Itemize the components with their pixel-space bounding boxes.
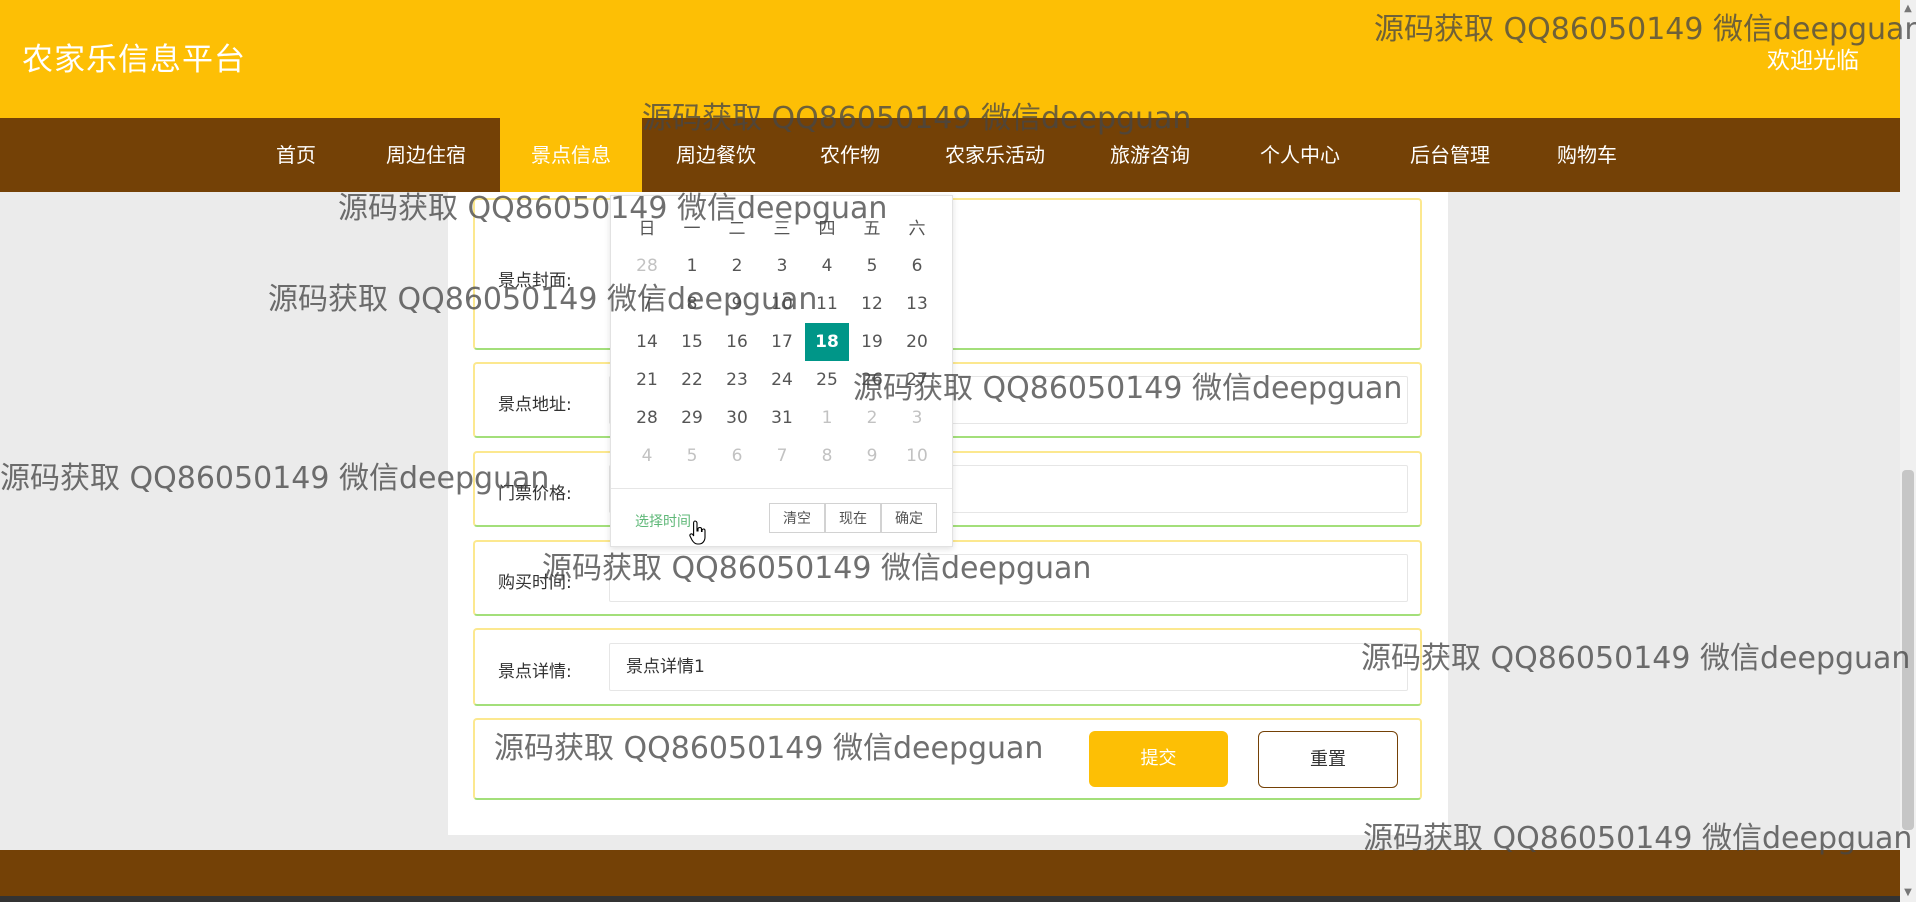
purchase-time-row: 购买时间: [473,540,1422,616]
weekday-wed: 三 [773,219,791,239]
calendar-day[interactable]: 10 [760,285,804,323]
details-label: 景点详情: [498,662,572,682]
calendar-day[interactable]: 4 [805,247,849,285]
scroll-down-icon[interactable]: ▼ [1902,886,1914,900]
cover-label: 景点封面: [498,271,572,291]
scrollbar-thumb[interactable] [1902,470,1914,830]
weekday-sat: 六 [908,219,926,239]
calendar-day[interactable]: 24 [760,361,804,399]
top-header [0,0,1900,118]
confirm-button[interactable]: 确定 [881,503,937,533]
address-label: 景点地址: [498,395,572,415]
calendar-day[interactable]: 5 [670,437,714,475]
details-input[interactable]: 景点详情1 [609,643,1408,691]
now-button[interactable]: 现在 [825,503,881,533]
calendar-day[interactable]: 31 [760,399,804,437]
weekday-fri: 五 [863,219,881,239]
nav-item-admin[interactable]: 后台管理 [1395,118,1505,192]
calendar-day[interactable]: 1 [670,247,714,285]
calendar-day[interactable]: 11 [805,285,849,323]
calendar-day[interactable]: 4 [625,437,669,475]
calendar-day[interactable]: 9 [850,437,894,475]
calendar-day[interactable]: 27 [895,361,939,399]
calendar-day[interactable]: 23 [715,361,759,399]
calendar-day[interactable]: 15 [670,323,714,361]
weekday-tue: 二 [728,219,746,239]
nav-item-dining[interactable]: 周边餐饮 [656,118,776,192]
calendar-day[interactable]: 30 [715,399,759,437]
hand-cursor-icon [689,520,706,545]
date-picker-popup: 日 一 二 三 四 五 六 28 1 2 3 4 5 6 7 8 9 10 11 12 13 14 15 16 1… [610,195,953,547]
nav-item-activities[interactable]: 农家乐活动 [930,118,1060,192]
calendar-day[interactable]: 5 [850,247,894,285]
calendar-day[interactable]: 29 [670,399,714,437]
calendar-day[interactable]: 2 [715,247,759,285]
purchase-time-label: 购买时间: [498,573,572,593]
price-label: 门票价格: [498,484,572,504]
nav-item-crops[interactable]: 农作物 [800,118,900,192]
calendar-day[interactable]: 3 [895,399,939,437]
calendar-day[interactable]: 12 [850,285,894,323]
calendar-day[interactable]: 8 [805,437,849,475]
calendar-day[interactable]: 19 [850,323,894,361]
os-taskbar [0,896,1916,902]
weekday-mon: 一 [683,219,701,239]
calendar-day[interactable]: 7 [760,437,804,475]
submit-button[interactable]: 提交 [1089,731,1228,787]
calendar-day[interactable]: 28 [625,399,669,437]
clear-button[interactable]: 清空 [769,503,825,533]
calendar-day[interactable]: 7 [625,285,669,323]
calendar-day[interactable]: 16 [715,323,759,361]
site-title: 农家乐信息平台 [22,42,246,78]
calendar-day[interactable]: 14 [625,323,669,361]
weekday-sun: 日 [638,219,656,239]
calendar-day[interactable]: 8 [670,285,714,323]
calendar-day[interactable]: 2 [850,399,894,437]
calendar-day[interactable]: 26 [850,361,894,399]
calendar-day[interactable]: 3 [760,247,804,285]
select-time-link[interactable]: 选择时间 [635,511,691,531]
calendar-day[interactable]: 10 [895,437,939,475]
calendar-day[interactable]: 21 [625,361,669,399]
details-row: 景点详情: 景点详情1 [473,628,1422,706]
nav-item-lodging[interactable]: 周边住宿 [366,118,486,192]
calendar-day[interactable]: 28 [625,247,669,285]
calendar-day[interactable]: 13 [895,285,939,323]
calendar-footer-divider [611,488,952,489]
calendar-day[interactable]: 18 [805,323,849,361]
nav-item-attractions[interactable]: 景点信息 [500,118,642,192]
calendar-day[interactable]: 17 [760,323,804,361]
calendar-day[interactable]: 20 [895,323,939,361]
footer-bar [0,850,1900,896]
calendar-day[interactable]: 22 [670,361,714,399]
calendar-day[interactable]: 1 [805,399,849,437]
calendar-day[interactable]: 9 [715,285,759,323]
scroll-up-icon[interactable]: ▲ [1902,2,1914,16]
calendar-day[interactable]: 6 [895,247,939,285]
nav-item-profile[interactable]: 个人中心 [1245,118,1355,192]
purchase-time-input[interactable] [609,554,1408,602]
welcome-text: 欢迎光临 [1767,48,1859,74]
nav-item-home[interactable]: 首页 [256,118,336,192]
nav-item-cart[interactable]: 购物车 [1537,118,1637,192]
calendar-day[interactable]: 25 [805,361,849,399]
weekday-thu: 四 [818,219,836,239]
nav-item-consult[interactable]: 旅游咨询 [1085,118,1215,192]
calendar-day[interactable]: 6 [715,437,759,475]
reset-button[interactable]: 重置 [1258,731,1398,788]
